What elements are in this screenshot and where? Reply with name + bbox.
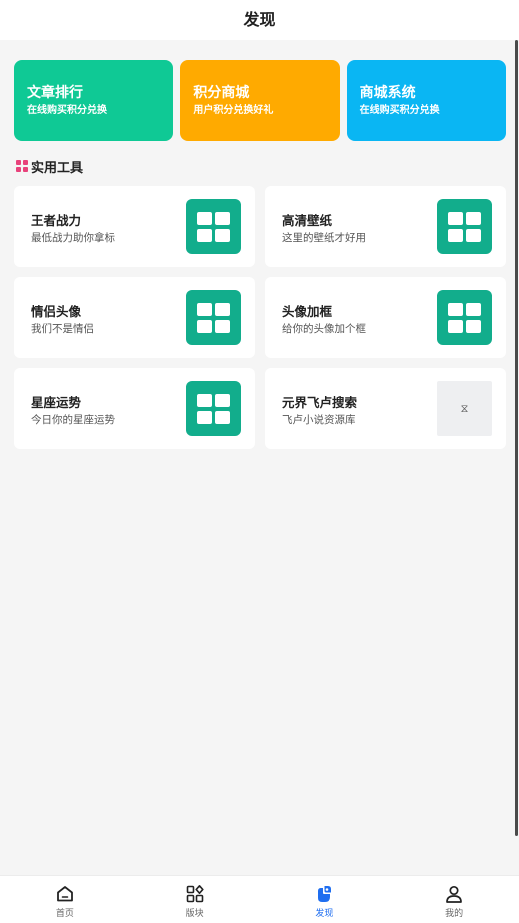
- banner-article-ranking[interactable]: 文章排行 在线购买积分兑换: [14, 60, 174, 141]
- banner-title: 积分商城: [193, 85, 250, 101]
- tool-desc: 最低战力助你拿标: [31, 232, 115, 244]
- hourglass-icon: ⧖: [437, 381, 492, 436]
- banner-title: 商城系统: [359, 85, 416, 101]
- banner-row: 文章排行 在线购买积分兑换 积分商城 用户积分兑换好礼 商城系统 在线购买积分兑…: [14, 60, 506, 141]
- tool-desc: 这里的壁纸才好用: [282, 232, 366, 244]
- tab-label: 首页: [55, 909, 74, 919]
- tools-grid: 王者战力 最低战力助你拿标 高清壁纸 这里的壁纸才好用 情侣头像 我们不是情侣 …: [14, 186, 506, 449]
- tab-blocks[interactable]: 版块: [130, 876, 260, 923]
- home-icon: [56, 886, 73, 902]
- tool-desc: 今日你的星座运势: [31, 414, 115, 426]
- banner-subtitle: 在线购买积分兑换: [359, 105, 440, 116]
- banner-subtitle: 在线购买积分兑换: [27, 105, 107, 116]
- grid-icon: [186, 290, 241, 345]
- user-icon: [446, 885, 462, 903]
- tool-card-king-power[interactable]: 王者战力 最低战力助你拿标: [14, 186, 255, 267]
- grid-icon: [186, 381, 241, 436]
- tool-name: 情侣头像: [31, 304, 82, 319]
- grid-icon: [437, 199, 492, 254]
- banner-title: 文章排行: [27, 85, 83, 101]
- tool-desc: 给你的头像加个框: [282, 323, 366, 335]
- tool-name: 头像加框: [282, 304, 333, 319]
- tab-discover[interactable]: 发现: [260, 876, 390, 923]
- tab-mine[interactable]: 我的: [389, 876, 519, 923]
- grid-icon: [16, 160, 28, 172]
- tool-name: 高清壁纸: [282, 213, 333, 228]
- tool-desc: 我们不是情侣: [31, 323, 94, 335]
- discover-icon: [318, 886, 332, 902]
- grid-icon: [437, 290, 492, 345]
- banner-points-mall[interactable]: 积分商城 用户积分兑换好礼: [180, 60, 340, 141]
- tool-desc: 飞卢小说资源库: [282, 414, 356, 426]
- tool-card-avatar-frame[interactable]: 头像加框 给你的头像加个框: [265, 277, 506, 358]
- banner-mall-system[interactable]: 商城系统 在线购买积分兑换: [346, 60, 506, 141]
- section-title: 实用工具: [31, 160, 84, 176]
- scrollbar[interactable]: [515, 40, 518, 836]
- tab-label: 我的: [445, 909, 464, 919]
- grid-icon: [186, 199, 241, 254]
- tool-card-horoscope[interactable]: 星座运势 今日你的星座运势: [14, 368, 255, 449]
- blocks-icon: [186, 885, 204, 903]
- tool-card-couple-avatar[interactable]: 情侣头像 我们不是情侣: [14, 277, 255, 358]
- tab-label: 发现: [315, 909, 334, 919]
- tab-label: 版块: [185, 909, 204, 919]
- tool-name: 元界飞卢搜索: [282, 395, 358, 410]
- tool-name: 王者战力: [31, 213, 82, 228]
- tool-card-novel-search[interactable]: 元界飞卢搜索 飞卢小说资源库 ⧖: [265, 368, 506, 449]
- tool-name: 星座运势: [31, 395, 82, 410]
- section-header: 实用工具: [16, 157, 84, 176]
- bottom-tab-bar: 首页 版块 发现 我的: [0, 875, 519, 923]
- tab-home[interactable]: 首页: [0, 876, 130, 923]
- tool-card-hd-wallpaper[interactable]: 高清壁纸 这里的壁纸才好用: [265, 186, 506, 267]
- page-title: 发现: [0, 0, 519, 40]
- banner-subtitle: 用户积分兑换好礼: [193, 105, 274, 116]
